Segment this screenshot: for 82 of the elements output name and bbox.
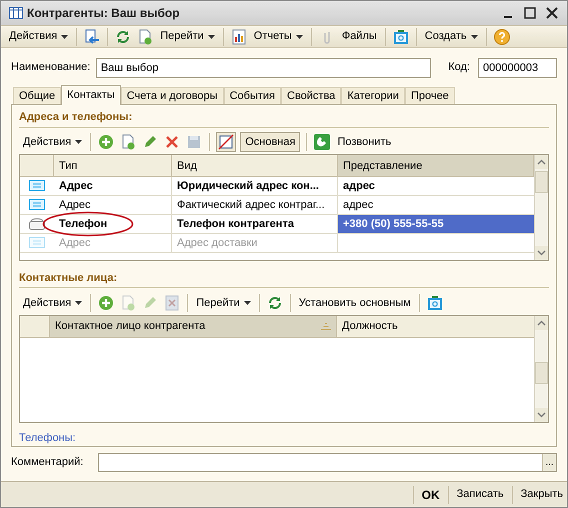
toolbar-button[interactable]: Основная bbox=[240, 132, 300, 152]
field-label: Код: bbox=[447, 60, 471, 76]
tab[interactable]: Свойства bbox=[281, 87, 342, 104]
tab[interactable]: Общие bbox=[13, 87, 62, 104]
table-cell-text: адрес bbox=[342, 198, 374, 214]
section-heading: Адреса и телефоны: bbox=[19, 109, 549, 128]
comment-field[interactable]: ... bbox=[98, 453, 557, 472]
column-header[interactable]: Тип bbox=[54, 155, 172, 176]
copy-icon[interactable] bbox=[137, 28, 154, 44]
name-field[interactable]: Ваш выбор bbox=[96, 58, 432, 78]
scroll-up-icon[interactable] bbox=[535, 155, 548, 170]
scroll-up-icon[interactable] bbox=[535, 316, 548, 330]
column-header[interactable]: Контактное лицо контрагента bbox=[50, 316, 337, 338]
field-label: Комментарий: bbox=[11, 455, 84, 470]
no-list-icon[interactable] bbox=[216, 132, 236, 152]
code-field[interactable]: 000000003 bbox=[478, 58, 557, 78]
caret-icon bbox=[61, 34, 68, 38]
import-icon[interactable] bbox=[84, 28, 100, 44]
menu-button[interactable]: Перейти bbox=[192, 293, 255, 314]
add-icon[interactable] bbox=[98, 134, 114, 150]
scroll-down-icon[interactable] bbox=[535, 408, 548, 422]
tab[interactable]: События bbox=[224, 87, 281, 104]
toolbar-button[interactable]: Файлы bbox=[338, 26, 381, 46]
tab[interactable]: Счета и договоры bbox=[120, 87, 224, 104]
select-button[interactable]: ... bbox=[542, 454, 556, 471]
menu-button[interactable]: Отчеты bbox=[250, 26, 307, 46]
scrollbar[interactable] bbox=[534, 316, 548, 422]
caret-icon bbox=[296, 34, 303, 38]
sort-icon bbox=[321, 323, 331, 330]
report-icon[interactable] bbox=[230, 28, 247, 44]
menu-button[interactable]: Действия bbox=[19, 293, 86, 314]
toolbar-button[interactable]: Позвонить bbox=[333, 132, 396, 152]
table-cell: +380 (50) 555-55-55 bbox=[338, 215, 534, 234]
table-cell: Фактический адрес контраг... bbox=[172, 196, 338, 214]
caret-icon bbox=[244, 301, 251, 306]
scrollbar[interactable] bbox=[534, 155, 548, 260]
toolbar-button[interactable]: Установить основным bbox=[294, 293, 415, 314]
column-header[interactable]: Представление bbox=[338, 155, 534, 176]
table-cell: Адрес bbox=[54, 177, 172, 196]
delete-icon[interactable] bbox=[164, 134, 180, 150]
menu-button[interactable]: Перейти bbox=[156, 26, 219, 46]
refresh-icon[interactable] bbox=[266, 295, 283, 312]
help-icon[interactable] bbox=[494, 28, 510, 44]
scroll-down-icon[interactable] bbox=[535, 246, 548, 260]
column-header[interactable]: Должность bbox=[337, 316, 534, 338]
address-icon bbox=[29, 180, 45, 192]
toolbar-button[interactable]: OK bbox=[418, 484, 444, 504]
toolbar-button[interactable]: Записать bbox=[452, 484, 508, 504]
table-cell: Адрес доставки bbox=[172, 234, 338, 252]
window-title: Контрагенты: Ваш выбор bbox=[27, 5, 181, 22]
close-icon[interactable] bbox=[546, 7, 558, 19]
caret-icon bbox=[208, 34, 215, 38]
address-icon bbox=[29, 199, 45, 212]
menu-button[interactable]: Действия bbox=[19, 132, 86, 152]
phone-icon bbox=[29, 218, 45, 230]
scroll-thumb[interactable] bbox=[535, 362, 548, 384]
table-cell: Юридический адрес кон... bbox=[172, 177, 338, 196]
tab[interactable]: Категории bbox=[341, 87, 405, 104]
menu-button[interactable]: Создать bbox=[420, 26, 482, 46]
phone-icon[interactable] bbox=[314, 134, 330, 150]
caret-icon bbox=[470, 34, 478, 38]
tab[interactable]: Контакты bbox=[61, 85, 121, 105]
toolbar-button[interactable]: Закрыть bbox=[516, 484, 567, 504]
window-icon bbox=[9, 7, 23, 19]
table-cell: Адрес bbox=[54, 234, 172, 252]
menu-button[interactable]: Действия bbox=[5, 26, 72, 46]
caret-icon bbox=[75, 301, 82, 306]
caret-icon bbox=[75, 140, 82, 144]
field-label: Наименование: bbox=[11, 60, 92, 76]
copy-icon[interactable] bbox=[120, 134, 136, 150]
add-icon[interactable] bbox=[98, 295, 114, 312]
phones-link[interactable]: Телефоны: bbox=[19, 432, 76, 444]
table-cell: Адрес bbox=[54, 196, 172, 214]
table-cell-text: адрес bbox=[342, 179, 376, 194]
maximize-icon[interactable] bbox=[524, 7, 536, 19]
scroll-thumb[interactable] bbox=[535, 171, 548, 194]
tab[interactable]: Прочее bbox=[404, 87, 455, 104]
delete-icon[interactable] bbox=[164, 295, 180, 312]
table-cell: Телефон bbox=[54, 215, 172, 234]
section-heading: Контактные лица: bbox=[19, 270, 549, 288]
refresh-icon[interactable] bbox=[115, 28, 132, 44]
address-icon bbox=[29, 237, 45, 250]
